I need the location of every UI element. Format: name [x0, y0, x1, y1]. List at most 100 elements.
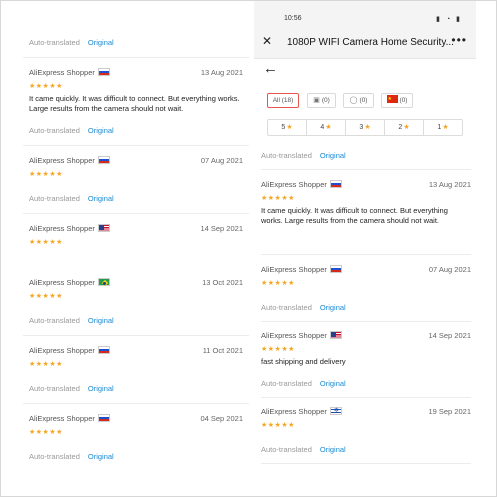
- russia-flag-icon: [97, 68, 110, 76]
- left-review-list: Auto-translated Original AliExpress Shopp…: [23, 1, 255, 496]
- review-date: 13 Oct 2021: [202, 278, 243, 287]
- filter-local-chip[interactable]: (0): [381, 93, 413, 108]
- original-link[interactable]: Original: [88, 452, 114, 461]
- translation-toggle: Auto-translated Original: [261, 379, 346, 388]
- star-icon: ★: [403, 124, 410, 131]
- star-rating: ★★★★★: [261, 422, 295, 429]
- review-text: It came quickly. It was difficult to con…: [261, 206, 448, 225]
- status-icons: ▮ ◔ ▮: [436, 16, 462, 23]
- more-options-icon[interactable]: •••: [451, 34, 467, 46]
- auto-translated-label: Auto-translated: [29, 126, 80, 135]
- review-date: 11 Oct 2021: [202, 346, 243, 355]
- auto-translated-label: Auto-translated: [29, 316, 80, 325]
- star-icon: ★: [325, 124, 332, 131]
- reviewer-name: AliExpress Shopper: [261, 180, 342, 189]
- image-icon: ▣: [313, 97, 320, 104]
- star-rating: ★★★★★: [29, 429, 63, 436]
- original-link[interactable]: Original: [88, 126, 114, 135]
- original-link[interactable]: Original: [320, 445, 346, 454]
- filter-comments-chip[interactable]: ◯ (0): [343, 93, 374, 108]
- auto-translated-label: Auto-translated: [29, 384, 80, 393]
- review-date: 14 Sep 2021: [200, 224, 243, 233]
- auto-translated-label: Auto-translated: [261, 445, 312, 454]
- translation-toggle: Auto-translated Original: [29, 316, 114, 325]
- original-link[interactable]: Original: [88, 38, 114, 47]
- divider: [23, 145, 249, 146]
- russia-flag-icon: [97, 156, 110, 164]
- original-link[interactable]: Original: [88, 194, 114, 203]
- star-rating: ★★★★★: [261, 195, 295, 202]
- filter-1-star[interactable]: 1★: [424, 120, 462, 135]
- star-rating: ★★★★★: [29, 171, 63, 178]
- original-link[interactable]: Original: [320, 151, 346, 160]
- divider: [261, 397, 471, 398]
- russia-flag-icon: [97, 414, 110, 422]
- filter-5-star[interactable]: 5★: [268, 120, 307, 135]
- auto-translated-label: Auto-translated: [29, 38, 80, 47]
- reviewer-name: AliExpress Shopper: [29, 346, 110, 355]
- auto-translated-label: Auto-translated: [261, 379, 312, 388]
- star-rating: ★★★★★: [29, 361, 63, 368]
- translation-toggle: Auto-translated Original: [29, 452, 114, 461]
- reviewer-name: AliExpress Shopper: [261, 331, 342, 340]
- divider: [23, 403, 249, 404]
- screenshot-frame: Auto-translated Original AliExpress Shopp…: [0, 0, 497, 497]
- page-title: 1080P WIFI Camera Home Security...: [287, 37, 454, 48]
- filter-4-star[interactable]: 4★: [307, 120, 346, 135]
- filter-2-star[interactable]: 2★: [385, 120, 424, 135]
- reviewer-name: AliExpress Shopper: [29, 278, 110, 287]
- filter-local-count: (0): [399, 97, 408, 104]
- review-text: It came quickly. It was difficult to con…: [29, 94, 240, 113]
- close-icon[interactable]: ✕: [262, 35, 272, 47]
- reviewer-name: AliExpress Shopper: [261, 265, 342, 274]
- star-icon: ★: [442, 124, 449, 131]
- divider: [261, 463, 471, 464]
- divider: [23, 57, 249, 58]
- israel-flag-icon: [329, 407, 342, 416]
- filter-3-star[interactable]: 3★: [346, 120, 385, 135]
- translation-toggle: Auto-translated Original: [29, 38, 114, 47]
- original-link[interactable]: Original: [88, 384, 114, 393]
- star-rating: ★★★★★: [29, 83, 63, 90]
- status-time: 10:56: [284, 15, 302, 22]
- filter-photos-chip[interactable]: ▣ (0): [307, 93, 336, 108]
- divider: [261, 321, 471, 322]
- star-icon: ★: [286, 124, 293, 131]
- divider: [261, 254, 471, 255]
- back-arrow-icon[interactable]: ←: [263, 61, 278, 77]
- auto-translated-label: Auto-translated: [29, 452, 80, 461]
- filter-comments-count: (0): [359, 97, 368, 104]
- star-rating: ★★★★★: [261, 280, 295, 287]
- translation-toggle: Auto-translated Original: [261, 303, 346, 312]
- star-rating: ★★★★★: [29, 293, 63, 300]
- status-bar: 10:56 ▮ ◔ ▮: [254, 1, 476, 25]
- usa-flag-icon: [329, 331, 342, 339]
- original-link[interactable]: Original: [320, 303, 346, 312]
- phone-screen: 10:56 ▮ ◔ ▮ ✕ 1080P WIFI Camera Home Sec…: [254, 1, 476, 496]
- comment-icon: ◯: [349, 97, 358, 104]
- reviewer-name: AliExpress Shopper: [29, 68, 110, 77]
- review-date: 14 Sep 2021: [428, 331, 471, 340]
- filter-photos-count: (0): [321, 97, 330, 104]
- translation-toggle: Auto-translated Original: [29, 126, 114, 135]
- reviewer-name: AliExpress Shopper: [29, 414, 110, 423]
- star-filter-bar: 5★ 4★ 3★ 2★ 1★: [267, 119, 463, 136]
- divider: [261, 169, 471, 170]
- review-text: fast shipping and delivery: [261, 357, 346, 366]
- translation-toggle: Auto-translated Original: [29, 384, 114, 393]
- reviewer-name: AliExpress Shopper: [261, 407, 342, 416]
- review-date: 07 Aug 2021: [200, 156, 243, 165]
- auto-translated-label: Auto-translated: [261, 151, 312, 160]
- brazil-flag-icon: [97, 278, 110, 286]
- review-date: 07 Aug 2021: [428, 265, 471, 274]
- divider: [23, 213, 249, 214]
- auto-translated-label: Auto-translated: [29, 194, 80, 203]
- review-date: 19 Sep 2021: [428, 407, 471, 416]
- original-link[interactable]: Original: [320, 379, 346, 388]
- filter-all-chip[interactable]: All (18): [267, 93, 299, 108]
- review-date: 13 Aug 2021: [200, 68, 243, 77]
- translation-toggle: Auto-translated Original: [29, 194, 114, 203]
- original-link[interactable]: Original: [88, 316, 114, 325]
- russia-flag-icon: [97, 346, 110, 354]
- translation-toggle: Auto-translated Original: [261, 151, 346, 160]
